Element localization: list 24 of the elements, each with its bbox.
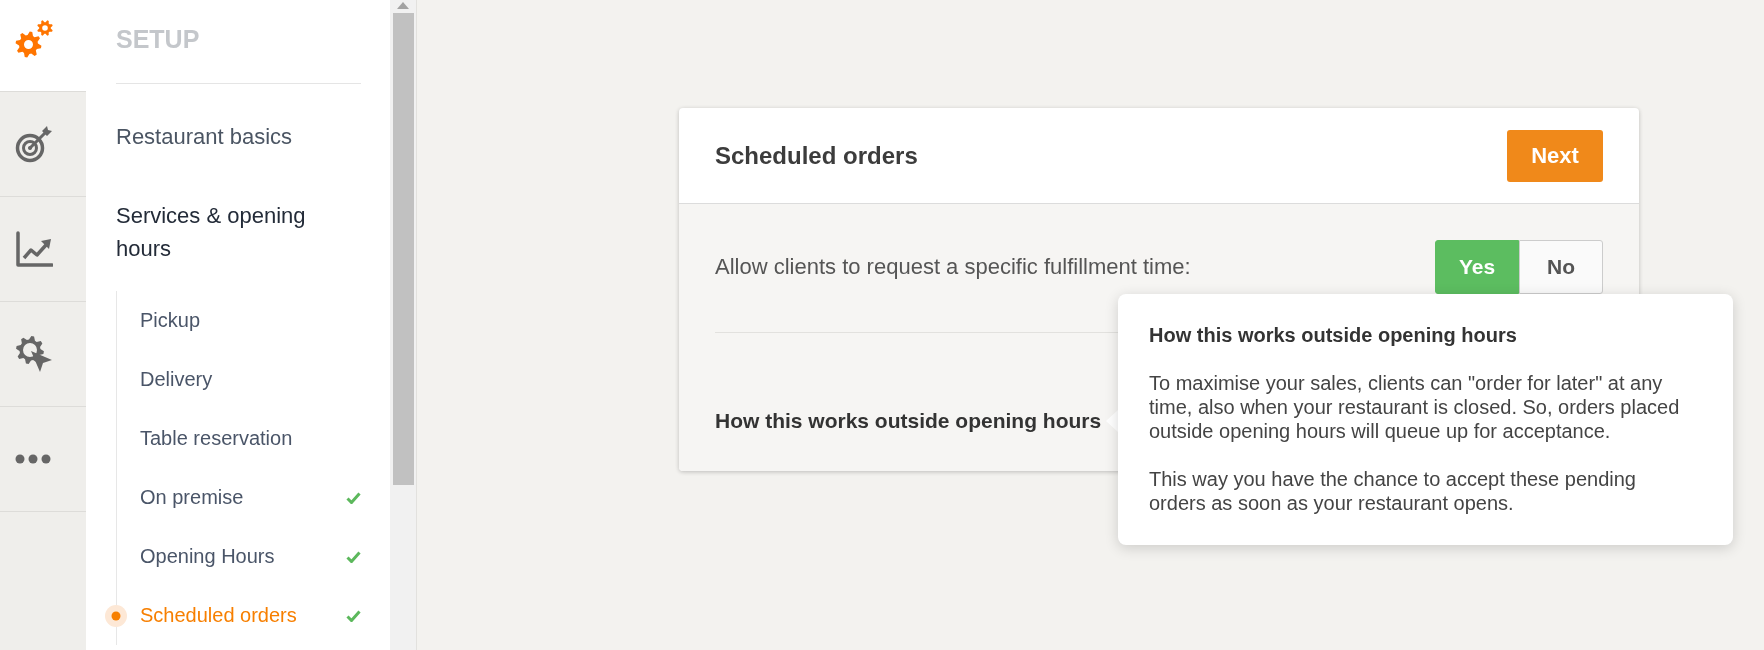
sidebar-heading: SETUP xyxy=(116,24,201,54)
current-step-dot-icon xyxy=(105,605,127,627)
tooltip-paragraph: This way you have the chance to accept these pending orders as soon as your restaurant opens. xyxy=(1149,467,1637,515)
scrollbar[interactable] xyxy=(390,0,416,650)
question-label: Allow clients to request a specific fulfillment time: xyxy=(715,254,1191,280)
more-icon xyxy=(15,454,51,464)
nav-subitem[interactable]: On premise xyxy=(105,468,361,527)
toggle-option[interactable]: No xyxy=(1519,240,1603,294)
line-chart-icon xyxy=(15,230,53,268)
nav-subitem[interactable]: Pickup xyxy=(105,291,361,350)
scrollbar-thumb[interactable] xyxy=(393,13,414,485)
help-link[interactable]: How this works outside opening hours xyxy=(715,408,1102,434)
nav-item[interactable]: Restaurant basics xyxy=(116,120,361,153)
target-icon xyxy=(15,125,53,163)
card-title: Scheduled orders xyxy=(715,141,918,170)
nav-item[interactable]: Services & opening hours xyxy=(116,199,361,265)
tooltip-paragraph: To maximise your sales, clients can "order for later" at any time, also when your restaurant is closed. So, orders placed outside opening hours will queue up for acceptance. xyxy=(1149,371,1681,443)
gear-cursor-icon xyxy=(15,335,53,373)
nav-subitem[interactable]: Delivery xyxy=(105,350,361,409)
scroll-up-arrow-icon[interactable] xyxy=(397,2,409,9)
tooltip-title: How this works outside opening hours xyxy=(1149,323,1518,347)
gears-icon xyxy=(15,20,53,58)
nav-subitem[interactable]: Table reservation xyxy=(105,409,361,468)
nav-subitem[interactable]: Opening Hours xyxy=(105,527,361,586)
